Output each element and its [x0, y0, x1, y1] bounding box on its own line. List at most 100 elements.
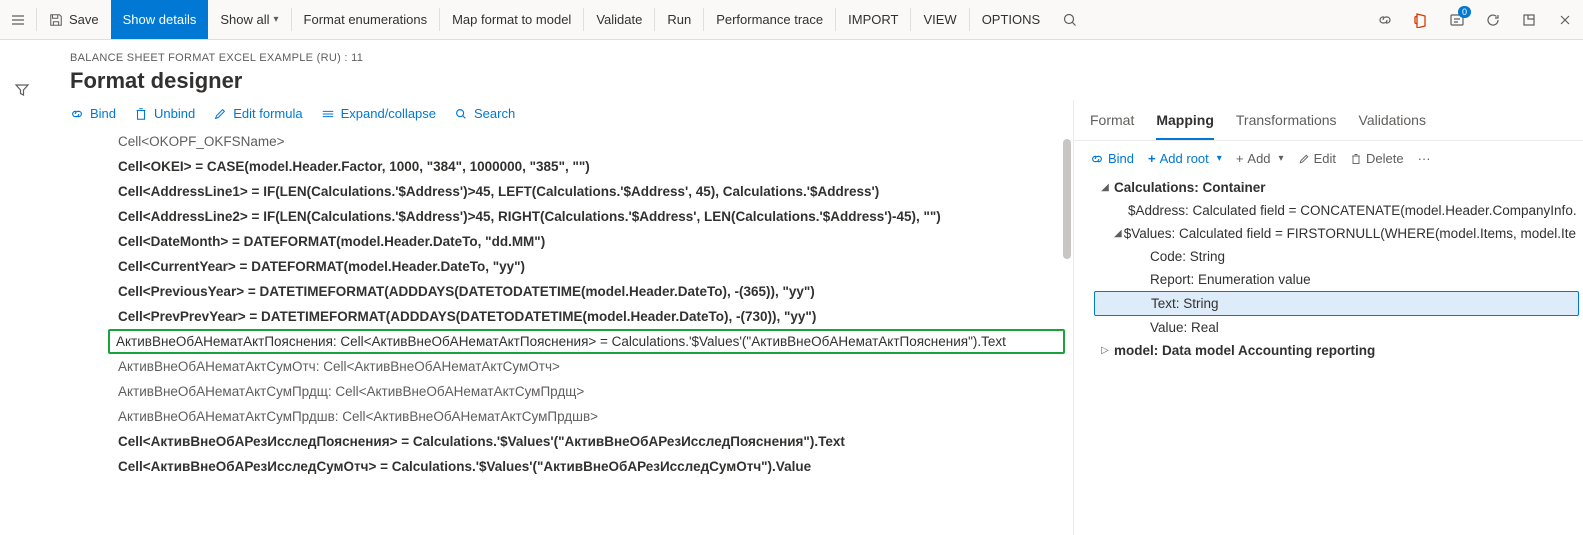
notifications-icon[interactable]: 0 — [1439, 0, 1475, 39]
validate-button[interactable]: Validate — [584, 0, 654, 39]
format-row[interactable]: Cell<AddressLine2> = IF(LEN(Calculations… — [114, 204, 1065, 229]
tab-transformations[interactable]: Transformations — [1236, 106, 1337, 140]
import-button[interactable]: IMPORT — [836, 0, 910, 39]
plus-icon: + — [1236, 151, 1244, 166]
edit-formula-button[interactable]: Edit formula — [213, 106, 302, 121]
format-enumerations-button[interactable]: Format enumerations — [292, 0, 440, 39]
expand-label: Expand/collapse — [341, 106, 436, 121]
office-icon[interactable] — [1403, 0, 1439, 39]
mapping-toolbar: Bind + Add root ▾ + Add ▾ Edit Delete ·· — [1074, 141, 1583, 172]
chevron-down-icon: ▾ — [1217, 153, 1222, 164]
format-row[interactable]: АктивВнеОбАНематАктСумПрдшв: Cell<АктивВ… — [114, 404, 1065, 429]
format-row[interactable]: Cell<АктивВнеОбАРезИсследСумОтч> = Calcu… — [114, 454, 1065, 479]
unbind-icon — [134, 107, 148, 121]
tree-values[interactable]: ◢ $Values: Calculated field = FIRSTORNUL… — [1094, 222, 1579, 245]
mapping-bind-button[interactable]: Bind — [1090, 151, 1134, 166]
bind-label: Bind — [90, 106, 116, 121]
view-button[interactable]: VIEW — [911, 0, 968, 39]
notification-count: 0 — [1458, 6, 1471, 18]
popout-icon[interactable] — [1511, 0, 1547, 39]
format-row[interactable]: Cell<АктивВнеОбАРезИсследПояснения> = Ca… — [114, 429, 1065, 454]
close-icon[interactable] — [1547, 0, 1583, 39]
tree-report-label: Report: Enumeration value — [1150, 272, 1311, 287]
ellipsis-icon: ··· — [1418, 151, 1431, 166]
tab-mapping[interactable]: Mapping — [1156, 106, 1214, 140]
unbind-button[interactable]: Unbind — [134, 106, 195, 121]
tree-text[interactable]: Text: String — [1094, 291, 1579, 316]
tab-validations[interactable]: Validations — [1359, 106, 1426, 140]
show-details-button[interactable]: Show details — [111, 0, 209, 39]
format-enum-label: Format enumerations — [304, 12, 428, 27]
options-label: OPTIONS — [982, 12, 1041, 27]
show-all-label: Show all — [220, 12, 269, 27]
add-button[interactable]: + Add ▾ — [1236, 151, 1284, 166]
format-row[interactable]: Cell<PreviousYear> = DATETIMEFORMAT(ADDD… — [114, 279, 1065, 304]
format-row[interactable]: АктивВнеОбАНематАктСумОтч: Cell<АктивВне… — [114, 354, 1065, 379]
mapping-tree: ◢ Calculations: Container $Address: Calc… — [1074, 172, 1583, 362]
save-label: Save — [69, 12, 99, 27]
breadcrumb: BALANCE SHEET FORMAT EXCEL EXAMPLE (RU) … — [70, 52, 1583, 64]
tree-report[interactable]: Report: Enumeration value — [1094, 268, 1579, 291]
format-row[interactable]: Cell<AddressLine1> = IF(LEN(Calculations… — [114, 179, 1065, 204]
tree-value[interactable]: Value: Real — [1094, 316, 1579, 339]
tree-code[interactable]: Code: String — [1094, 245, 1579, 268]
tab-format[interactable]: Format — [1090, 106, 1134, 140]
tree-model[interactable]: ▷ model: Data model Accounting reporting — [1094, 339, 1579, 362]
options-button[interactable]: OPTIONS — [970, 0, 1053, 39]
tree-calculations-label: Calculations: Container — [1114, 180, 1266, 195]
unbind-label: Unbind — [154, 106, 195, 121]
format-row[interactable]: Cell<DateMonth> = DATEFORMAT(model.Heade… — [114, 229, 1065, 254]
add-label: Add — [1247, 151, 1270, 166]
tree-model-label: model: Data model Accounting reporting — [1114, 343, 1375, 358]
format-row[interactable]: Cell<OKEI> = CASE(model.Header.Factor, 1… — [114, 154, 1065, 179]
search-label: Search — [474, 106, 515, 121]
bind-button[interactable]: Bind — [70, 106, 116, 121]
expand-collapse-button[interactable]: Expand/collapse — [321, 106, 436, 121]
filter-icon[interactable] — [6, 74, 38, 106]
map-format-button[interactable]: Map format to model — [440, 0, 583, 39]
edit-button[interactable]: Edit — [1298, 151, 1336, 166]
format-row[interactable]: Cell<CurrentYear> = DATEFORMAT(model.Hea… — [114, 254, 1065, 279]
more-button[interactable]: ··· — [1418, 151, 1431, 166]
scrollbar-thumb[interactable] — [1063, 139, 1071, 259]
command-bar: Save Show details Show all ▾ Format enum… — [0, 0, 1583, 40]
expand-icon — [321, 107, 335, 121]
save-button[interactable]: Save — [37, 0, 111, 39]
mapping-pane: Format Mapping Transformations Validatio… — [1073, 100, 1583, 535]
page-title: Format designer — [70, 68, 1583, 94]
show-all-button[interactable]: Show all ▾ — [208, 0, 290, 39]
header: BALANCE SHEET FORMAT EXCEL EXAMPLE (RU) … — [0, 40, 1583, 100]
tree-collapse-icon[interactable]: ◢ — [1114, 228, 1122, 239]
search-icon[interactable] — [1052, 0, 1088, 39]
tree-collapse-icon[interactable]: ◢ — [1098, 182, 1112, 193]
format-row[interactable]: Cell<OKOPF_OKFSName> — [114, 129, 1065, 154]
left-rail — [0, 40, 44, 106]
format-row[interactable]: АктивВнеОбАНематАктПояснения: Cell<Актив… — [108, 329, 1065, 354]
format-row[interactable]: АктивВнеОбАНематАктСумПрдщ: Cell<АктивВн… — [114, 379, 1065, 404]
tree-text-label: Text: String — [1151, 296, 1219, 311]
refresh-icon[interactable] — [1475, 0, 1511, 39]
tree-value-label: Value: Real — [1150, 320, 1219, 335]
tree-calculations[interactable]: ◢ Calculations: Container — [1094, 176, 1579, 199]
performance-trace-button[interactable]: Performance trace — [704, 0, 835, 39]
edit-icon — [213, 107, 227, 121]
delete-button[interactable]: Delete — [1350, 151, 1404, 166]
run-button[interactable]: Run — [655, 0, 703, 39]
tree-code-label: Code: String — [1150, 249, 1225, 264]
chevron-down-icon: ▾ — [1279, 153, 1284, 164]
format-toolbar: Bind Unbind Edit formula Expand/collapse — [70, 100, 1073, 129]
format-row[interactable]: Cell<PrevPrevYear> = DATETIMEFORMAT(ADDD… — [114, 304, 1065, 329]
edit-formula-label: Edit formula — [233, 106, 302, 121]
map-format-label: Map format to model — [452, 12, 571, 27]
import-label: IMPORT — [848, 12, 898, 27]
tree-address[interactable]: $Address: Calculated field = CONCATENATE… — [1094, 199, 1579, 222]
add-root-label: Add root — [1160, 151, 1209, 166]
add-root-button[interactable]: + Add root ▾ — [1148, 151, 1222, 166]
hamburger-icon[interactable] — [0, 0, 36, 39]
search-button[interactable]: Search — [454, 106, 515, 121]
tree-expand-icon[interactable]: ▷ — [1098, 345, 1112, 356]
right-tabs: Format Mapping Transformations Validatio… — [1074, 100, 1583, 141]
edit-label: Edit — [1314, 151, 1336, 166]
link-icon[interactable] — [1367, 0, 1403, 39]
tree-values-label: $Values: Calculated field = FIRSTORNULL(… — [1124, 226, 1576, 241]
